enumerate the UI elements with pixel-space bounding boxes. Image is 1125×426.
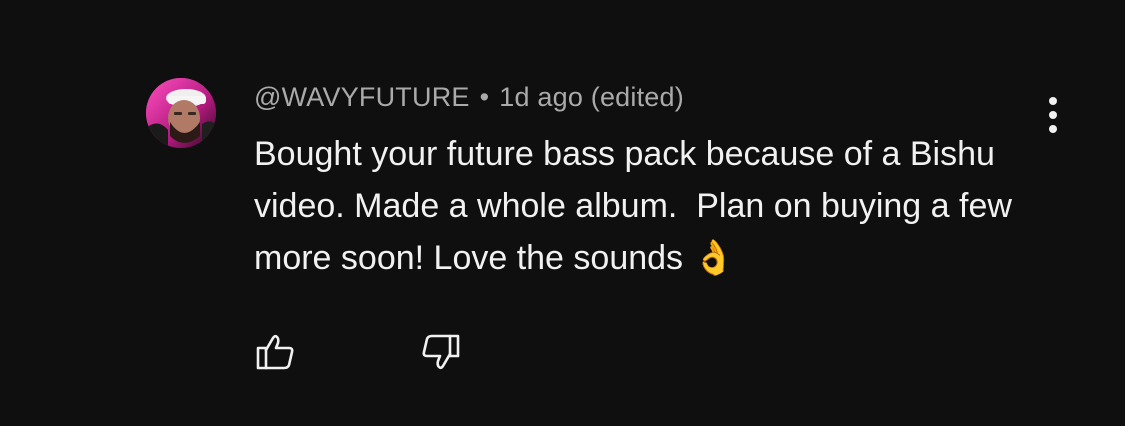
like-button[interactable] <box>253 330 297 374</box>
avatar[interactable] <box>146 78 216 148</box>
comment-text: Bought your future bass pack because of … <box>254 135 1022 277</box>
user-avatar-image <box>146 78 216 148</box>
comment-thread: @WAVYFUTURE • 1d ago (edited) Bought your … <box>0 0 1125 426</box>
more-options-button[interactable] <box>1036 92 1070 138</box>
meta-separator: • <box>479 82 490 112</box>
thumbs-down-icon <box>422 334 460 370</box>
thumbs-up-icon <box>256 334 294 370</box>
comment-meta: @WAVYFUTURE • 1d ago (edited) <box>254 82 684 113</box>
dislike-button[interactable] <box>419 330 463 374</box>
comment-timestamp[interactable]: 1d ago (edited) <box>499 82 684 112</box>
author-name[interactable]: @WAVYFUTURE <box>254 82 470 112</box>
more-vertical-icon <box>1049 97 1057 133</box>
